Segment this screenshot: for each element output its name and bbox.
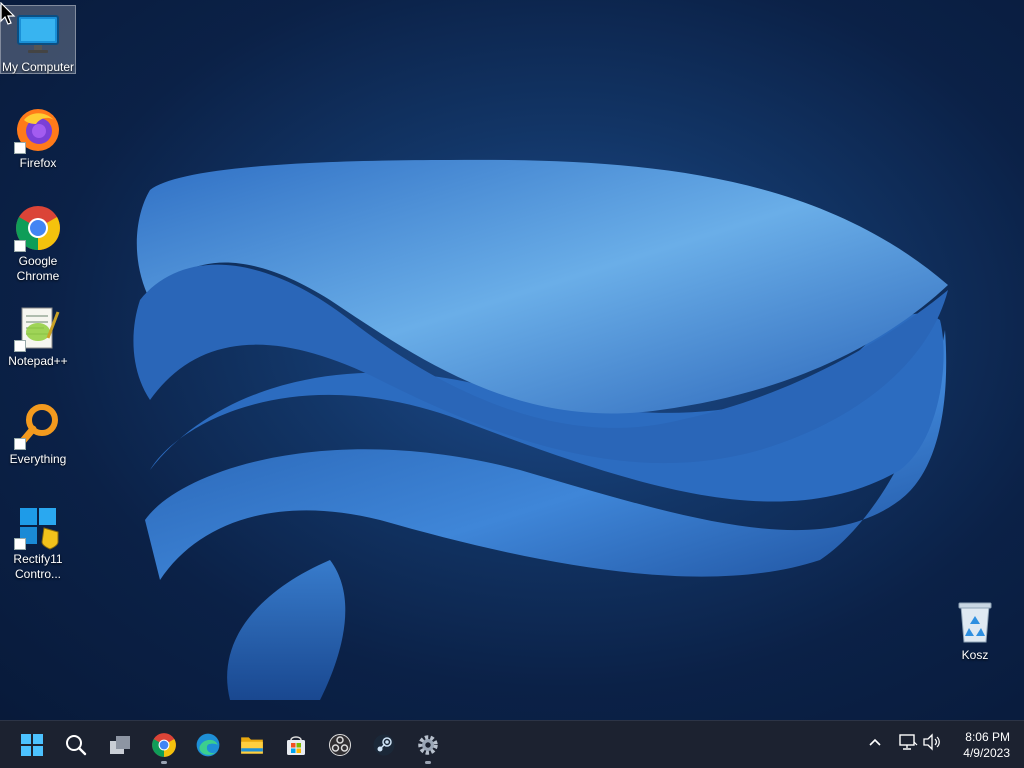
chevron-up-icon bbox=[869, 738, 881, 746]
desktop-icon-label: Everything bbox=[9, 452, 67, 466]
desktop-icon-notepadpp[interactable]: Notepad++ bbox=[0, 300, 76, 369]
edge-icon bbox=[196, 733, 220, 757]
desktop-icon-everything[interactable]: Everything bbox=[0, 398, 76, 467]
task-view-icon bbox=[110, 736, 130, 754]
taskbar-store-button[interactable] bbox=[276, 725, 316, 765]
start-button[interactable] bbox=[12, 725, 52, 765]
firefox-icon bbox=[14, 106, 62, 154]
desktop-icon-rectify11[interactable]: Rectify11 Contro... bbox=[0, 498, 76, 582]
speaker-icon bbox=[923, 733, 940, 751]
search-icon bbox=[66, 735, 87, 756]
desktop[interactable]: My Computer Firefox Google Chrome Notepa… bbox=[0, 0, 1024, 720]
desktop-icon-label: Firefox bbox=[19, 156, 57, 170]
shortcut-arrow-icon bbox=[14, 538, 26, 550]
folder-icon bbox=[241, 737, 263, 754]
monitor-icon bbox=[14, 10, 62, 58]
steam-icon bbox=[373, 734, 395, 756]
desktop-icon-label: Google Chrome bbox=[16, 254, 60, 283]
clock-date: 4/9/2023 bbox=[963, 746, 1010, 760]
taskbar: 8:06 PM 4/9/2023 bbox=[0, 720, 1024, 768]
desktop-icon-firefox[interactable]: Firefox bbox=[0, 102, 76, 171]
taskbar-steam-button[interactable] bbox=[364, 725, 404, 765]
desktop-icon-label: Kosz bbox=[961, 648, 989, 662]
running-indicator bbox=[161, 761, 167, 764]
chrome-icon bbox=[14, 204, 62, 252]
network-button[interactable] bbox=[898, 733, 918, 756]
shortcut-arrow-icon bbox=[14, 142, 26, 154]
task-view-button[interactable] bbox=[100, 725, 140, 765]
everything-search-icon bbox=[14, 402, 62, 450]
recycle-bin-icon bbox=[951, 598, 999, 646]
network-icon bbox=[899, 734, 918, 750]
store-icon bbox=[287, 736, 305, 755]
desktop-icon-label: Rectify11 Contro... bbox=[13, 552, 63, 581]
chrome-icon bbox=[152, 733, 176, 757]
volume-button[interactable] bbox=[922, 733, 942, 756]
desktop-icon-google-chrome[interactable]: Google Chrome bbox=[0, 200, 76, 284]
shortcut-arrow-icon bbox=[14, 340, 26, 352]
shortcut-arrow-icon bbox=[14, 240, 26, 252]
windows-start-icon bbox=[21, 734, 43, 756]
mouse-cursor-icon bbox=[0, 2, 16, 25]
shortcut-arrow-icon bbox=[14, 438, 26, 450]
notepadpp-icon bbox=[14, 304, 62, 352]
clock-time: 8:06 PM bbox=[965, 730, 1010, 744]
rectify11-icon bbox=[14, 502, 62, 550]
taskbar-file-explorer-button[interactable] bbox=[232, 725, 272, 765]
taskbar-obs-button[interactable] bbox=[320, 725, 360, 765]
taskbar-settings-button[interactable] bbox=[408, 725, 448, 765]
desktop-icon-label: My Computer bbox=[1, 60, 75, 74]
desktop-icon-label: Notepad++ bbox=[8, 354, 68, 368]
taskbar-chrome-button[interactable] bbox=[144, 725, 184, 765]
taskbar-edge-button[interactable] bbox=[188, 725, 228, 765]
desktop-icon-recycle-bin[interactable]: Kosz bbox=[937, 594, 1013, 663]
search-button[interactable] bbox=[56, 725, 96, 765]
obs-icon bbox=[329, 734, 351, 756]
running-indicator bbox=[425, 761, 431, 764]
gear-icon bbox=[418, 735, 438, 755]
clock[interactable]: 8:06 PM 4/9/2023 bbox=[963, 729, 1010, 761]
show-hidden-icons-button[interactable] bbox=[866, 733, 884, 756]
wallpaper-bloom bbox=[133, 159, 948, 700]
